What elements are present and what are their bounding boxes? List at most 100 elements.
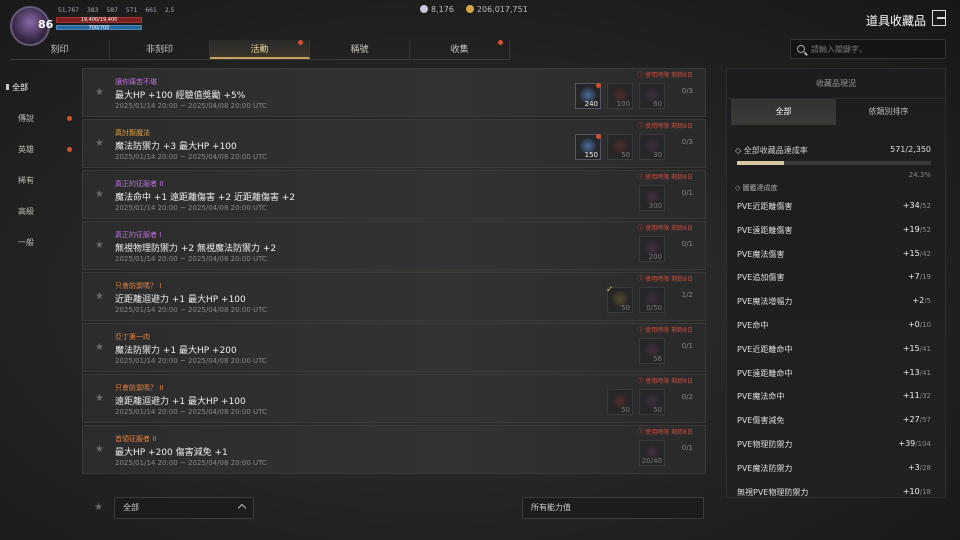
collection-row[interactable]: ★ 真正的征服者 II 魔法命中 +1 遠距離傷害 +2 近距離傷害 +2 2025/… (82, 170, 706, 219)
notification-dot-icon (67, 116, 72, 121)
stat-max: /28 (919, 463, 931, 472)
stat-name: PVE魔法增幅力 (737, 297, 793, 307)
sidebar-item-4[interactable]: 高級 (0, 196, 80, 227)
progress-fill (737, 161, 785, 165)
sidebar-item-1[interactable]: 傳說 (0, 103, 80, 134)
tab-1[interactable]: 非刻印 (110, 40, 210, 59)
item-slot[interactable]: 56 (639, 338, 665, 364)
stat-row: PVE遠距離命中 +13/41 (735, 362, 931, 386)
stat-name: PVE追加傷害 (737, 273, 785, 283)
stat-max: /10 (919, 321, 931, 329)
progress-value: 571/2,350 (890, 145, 931, 154)
favorite-star-icon[interactable]: ★ (95, 240, 104, 251)
item-slot[interactable]: 150 (575, 134, 601, 160)
exit-icon[interactable] (932, 10, 946, 26)
item-amount: 30 (653, 151, 662, 159)
collection-effect: 無視物理防禦力 +2 無視魔法防禦力 +2 (115, 244, 277, 254)
item-slot[interactable]: 200 (639, 236, 665, 262)
tab-all[interactable]: 全部 (731, 99, 836, 125)
currency-diamond: 8,176 (420, 5, 454, 14)
sidebar-item-5[interactable]: 一般 (0, 227, 80, 258)
collection-row[interactable]: ★ 只會防禦嗎？ I 近距離迴避力 +1 最大HP +100 2025/01/14 2… (82, 272, 706, 321)
stat-current: +10 (902, 486, 920, 496)
tab-label: 刻印 (50, 45, 69, 55)
sidebar-item-label: 傳說 (18, 114, 34, 123)
item-slot[interactable]: 240 (575, 83, 601, 109)
sidebar-item-3[interactable]: 稀有 (0, 165, 80, 196)
stat-amount: +7/19 (908, 272, 931, 281)
collection-row[interactable]: ★ 真討厭魔法魔法防禦力 +3 最大HP +100 2025/01/14 20:00… (82, 119, 706, 168)
grade-filter-value: 全部 (123, 503, 139, 512)
collection-period: 2025/01/14 20:00 ~ 2025/04/08 20:00 UTC (115, 153, 267, 161)
item-slot[interactable]: 0/50 (639, 287, 665, 313)
collection-row[interactable]: ★ 只會防禦嗎？ II 遠距離迴避力 +1 最大HP +100 2025/01/14 … (82, 374, 706, 423)
grade-filter-select[interactable]: 全部 (114, 497, 254, 519)
stat-name: PVE物理防禦力 (737, 440, 793, 449)
collection-name: 亞丁第一肉 (115, 333, 150, 341)
collection-effect: 最大HP +200 傷害減免 +1 (115, 448, 228, 458)
search-icon (797, 45, 805, 53)
collection-name: 真討厭魔法 (115, 129, 150, 137)
item-slot[interactable]: 60 (639, 83, 665, 109)
stat-row: PVE魔法增幅力 +2/5 (735, 290, 931, 314)
time-limit: ⓘ 使用時限 剩餘8日 (637, 72, 693, 79)
favorite-star-icon[interactable]: ★ (95, 393, 104, 404)
collection-row[interactable]: ★ 亞丁第一肉 魔法防禦力 +1 最大HP +200 2025/01/14 20:00… (82, 323, 706, 372)
tab-3[interactable]: 稱號 (310, 40, 410, 59)
stat-row: PVE遠距離傷害 +19/52 (735, 219, 931, 243)
favorite-star-icon[interactable]: ★ (95, 138, 104, 149)
item-slot[interactable]: 100 (607, 83, 633, 109)
check-icon: ✓ (606, 285, 614, 295)
tab-label: 稱號 (350, 45, 369, 55)
collection-row[interactable]: ★ 首領征服者 II 最大HP +200 傷害減免 +1 2025/01/14 20:… (82, 425, 706, 474)
sidebar-item-0[interactable]: 全部 (0, 72, 80, 103)
stat-filter-select[interactable]: 所有能力值 (522, 497, 704, 519)
tab-0[interactable]: 刻印 (10, 40, 110, 59)
collection-effect: 魔法防禦力 +3 最大HP +100 (115, 142, 237, 152)
item-slot[interactable]: 20/40 (639, 440, 665, 466)
item-slot[interactable]: 30 (639, 134, 665, 160)
stat-name: PVE近距離傷害 (737, 202, 793, 211)
item-amount: 240 (584, 100, 598, 108)
item-slot[interactable]: 50 (607, 389, 633, 415)
favorite-filter-star-icon[interactable]: ★ (94, 502, 103, 513)
collection-count: 0/1 (681, 240, 693, 248)
favorite-star-icon[interactable]: ★ (95, 87, 104, 98)
stat-row: PVE物理防禦力 +39/104 (735, 433, 931, 457)
collection-period: 2025/01/14 20:00 ~ 2025/04/08 20:00 UTC (115, 408, 267, 416)
stat-max: /104 (915, 440, 931, 448)
collection-period: 2025/01/14 20:00 ~ 2025/04/08 20:00 UTC (115, 306, 267, 314)
item-amount: 300 (648, 202, 662, 210)
stat-max: /52 (919, 225, 931, 234)
tab-2[interactable]: 活動 (210, 40, 310, 59)
stat-current: +11 (902, 391, 920, 401)
favorite-star-icon[interactable]: ★ (95, 189, 104, 200)
item-slot[interactable]: 50 (607, 134, 633, 160)
collection-row[interactable]: ★ 真正的征服者 I 無視物理防禦力 +2 無視魔法防禦力 +2 2025/01/14… (82, 221, 706, 270)
stat-max: /52 (919, 202, 931, 210)
stat-amount: +11/32 (903, 391, 931, 400)
favorite-star-icon[interactable]: ★ (95, 291, 104, 302)
currency-adena: 206,017,751 (465, 5, 528, 14)
time-limit: ⓘ 使用時限 剩餘8日 (637, 174, 693, 181)
item-slot[interactable]: 50 (639, 389, 665, 415)
tab-by-category[interactable]: 依類別排序 (836, 99, 941, 125)
item-slot[interactable]: 50 ✓ (606, 285, 633, 313)
favorite-star-icon[interactable]: ★ (95, 444, 104, 455)
stat-amount: +19/52 (903, 225, 931, 234)
sidebar-item-2[interactable]: 英雄 (0, 134, 80, 165)
stat-value: 383 (87, 7, 99, 14)
stat-max: /32 (919, 392, 931, 401)
search-input[interactable] (811, 42, 941, 56)
favorite-star-icon[interactable]: ★ (95, 342, 104, 353)
time-limit-text: 使用時限 剩餘8日 (645, 429, 693, 436)
collection-row[interactable]: ★ 讓你痛苦不堪 最大HP +100 經驗值獎勵 +5% 2025/01/14 20:… (82, 68, 706, 117)
item-slot[interactable]: 300 (639, 185, 665, 211)
stat-name: PVE魔法防禦力 (737, 463, 793, 473)
stat-current: +34 (902, 201, 920, 210)
time-limit-text: 使用時限 剩餘8日 (645, 276, 693, 283)
collection-count: 0/3 (681, 138, 693, 146)
stat-name: PVE命中 (737, 321, 769, 330)
filter-bar: ★ 全部 所有能力值 (82, 492, 706, 522)
tab-4[interactable]: 收集 (410, 40, 510, 59)
